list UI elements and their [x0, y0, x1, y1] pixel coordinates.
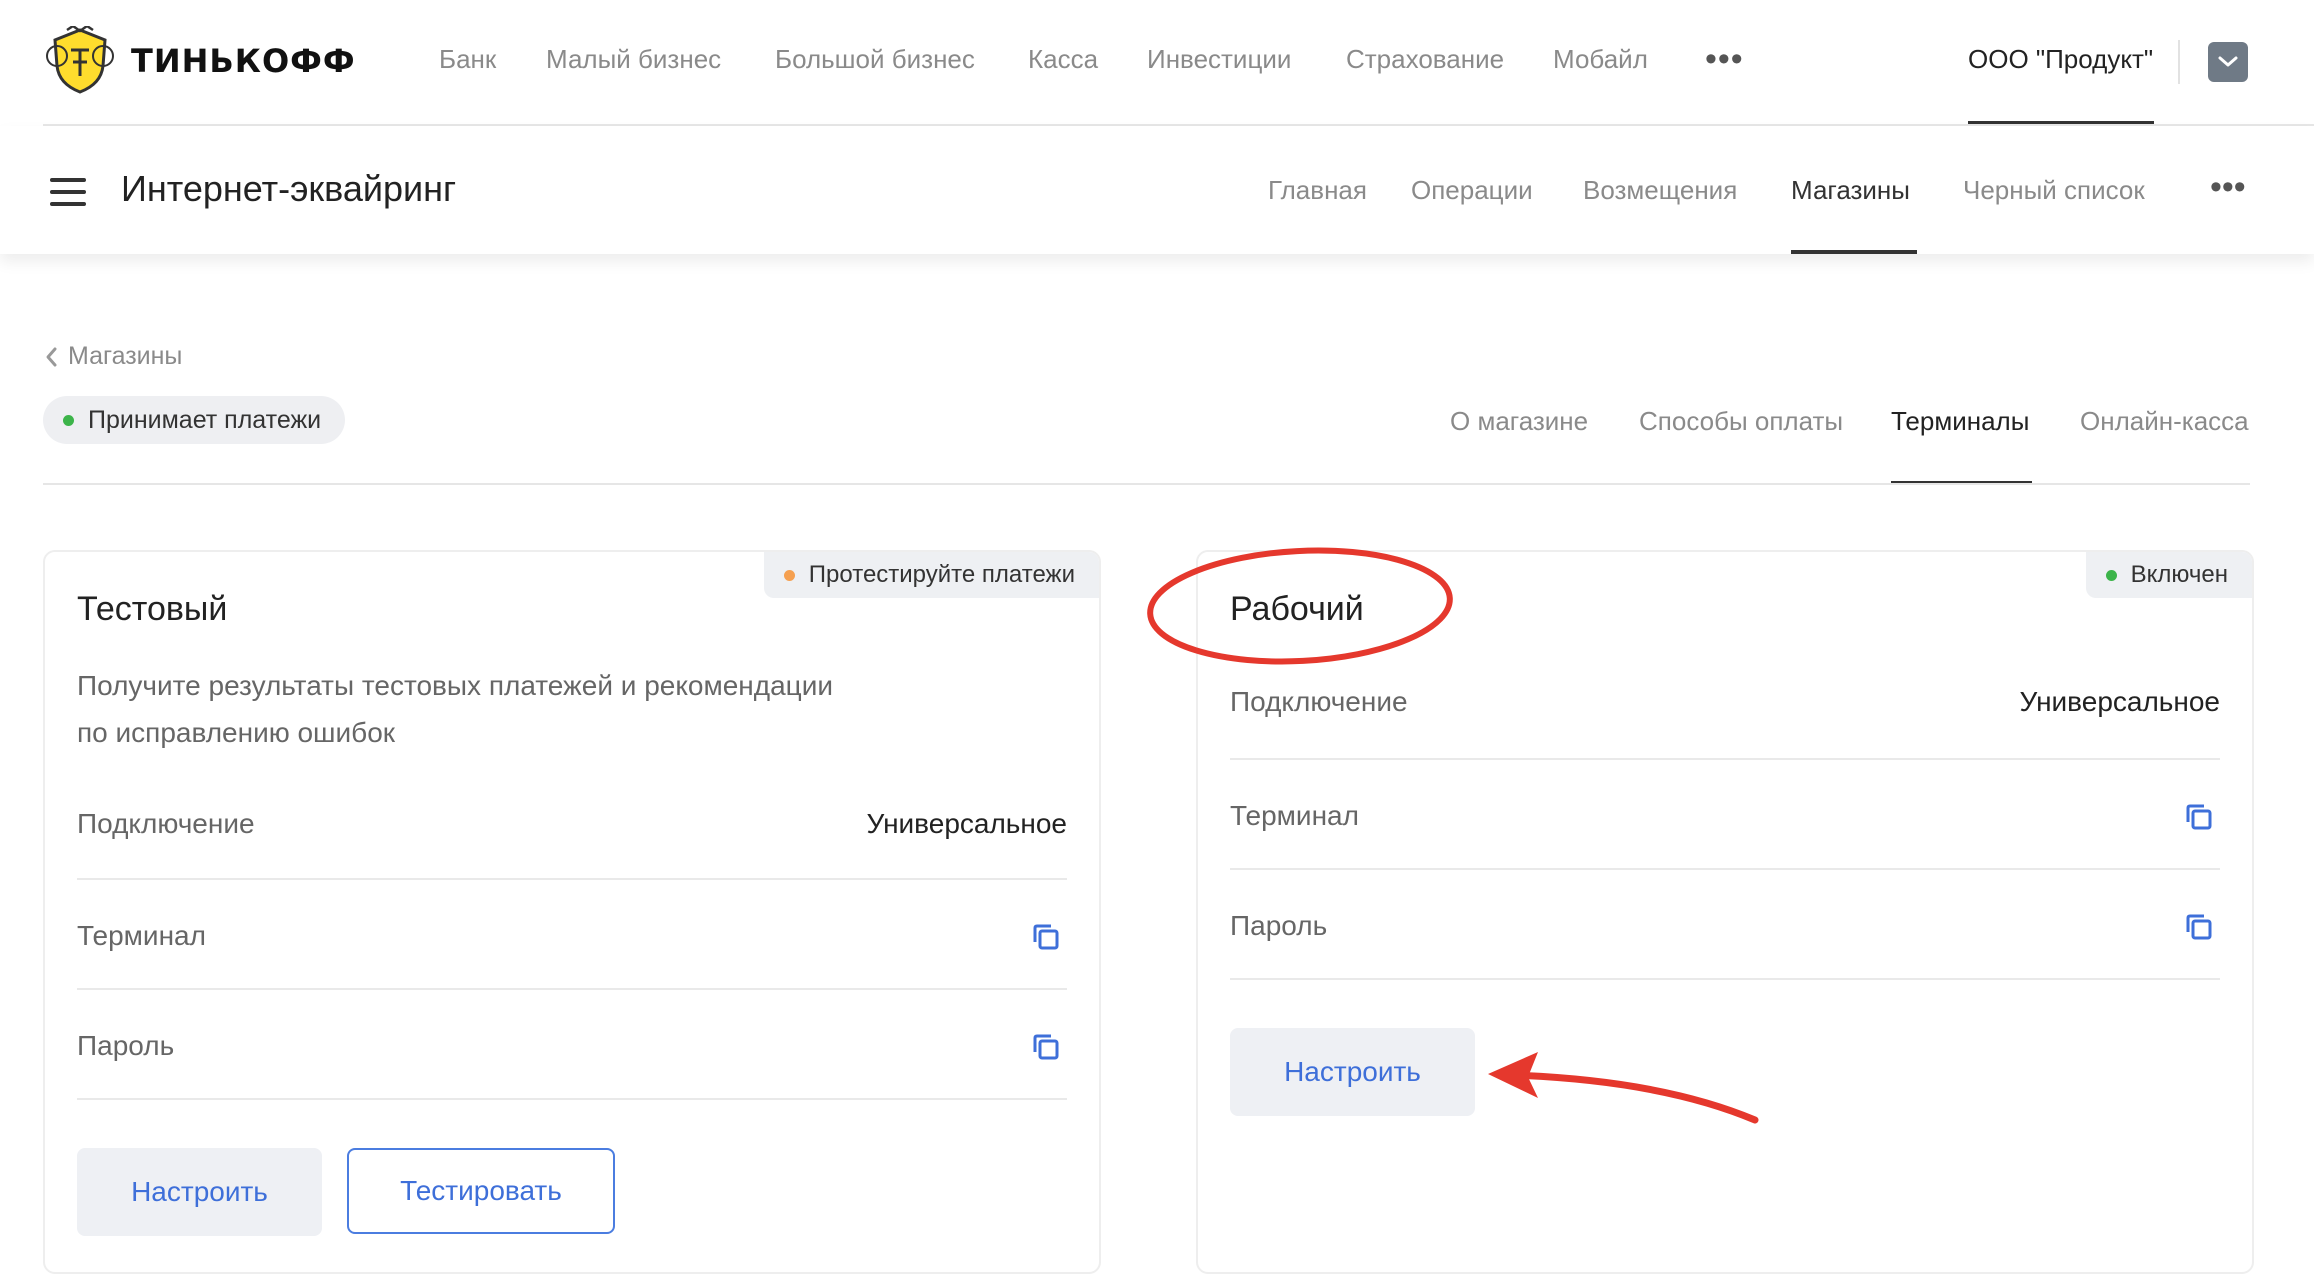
work-terminal-label: Терминал — [1230, 800, 1359, 831]
topnav-item-kassa[interactable]: Касса — [1028, 44, 1098, 75]
brand-name: ТИНЬКОФФ — [131, 42, 356, 80]
work-status-badge: Включен — [2085, 552, 2252, 598]
test-card-description-line: по исправлению ошибок — [77, 717, 396, 748]
topnav-item-bank[interactable]: Банк — [439, 44, 496, 75]
test-password-label: Пароль — [77, 1030, 175, 1061]
row-divider — [77, 1098, 1067, 1100]
status-dot-icon — [783, 569, 795, 581]
top-bar: ТИНЬКОФФ Банк Малый бизнес Большой бизне… — [0, 0, 2314, 125]
copy-icon[interactable] — [1031, 1032, 1061, 1062]
tab-refunds[interactable]: Возмещения — [1583, 175, 1737, 206]
test-card-title: Тестовый — [77, 590, 228, 628]
breadcrumb-back-link[interactable]: Магазины — [44, 342, 182, 371]
topnav-item-insurance[interactable]: Страхование — [1346, 44, 1504, 75]
test-configure-button[interactable]: Настроить — [77, 1148, 322, 1236]
topnav-more-icon[interactable]: ••• — [1705, 42, 1744, 76]
test-run-button[interactable]: Тестировать — [347, 1148, 615, 1234]
row-divider — [1230, 868, 2220, 870]
page-title: Интернет-эквайринг — [121, 168, 457, 209]
row-divider — [1230, 978, 2220, 980]
tab-online-kassa[interactable]: Онлайн-касса — [2080, 406, 2249, 437]
work-card-title: Рабочий — [1230, 590, 1364, 628]
section-more-icon[interactable]: ••• — [2210, 170, 2246, 204]
test-terminal-label: Терминал — [77, 920, 206, 951]
tab-shops[interactable]: Магазины — [1791, 175, 1910, 206]
test-card-description: Получите результаты тестовых платежей и … — [77, 662, 977, 756]
topnav-item-small-business[interactable]: Малый бизнес — [546, 44, 721, 75]
work-terminal-card: Включен Рабочий Подключение Универсально… — [1196, 550, 2254, 1274]
coat-of-arms-icon — [46, 26, 114, 94]
row-divider — [1230, 758, 2220, 760]
test-terminal-card: Протестируйте платежи Тестовый Получите … — [43, 550, 1101, 1274]
tab-terminals[interactable]: Терминалы — [1891, 406, 2029, 437]
active-tab-underline — [1791, 250, 1917, 254]
status-dot-icon — [2105, 569, 2117, 581]
store-header-divider — [43, 483, 2250, 485]
breadcrumb-label: Магазины — [68, 342, 183, 370]
work-connection-label: Подключение — [1230, 686, 1408, 717]
tab-about-store[interactable]: О магазине — [1450, 406, 1588, 437]
account-dropdown-button[interactable] — [2208, 42, 2248, 82]
test-card-description-line: Получите результаты тестовых платежей и … — [77, 670, 833, 701]
topnav-item-mobile[interactable]: Мобайл — [1553, 44, 1648, 75]
work-connection-value: Универсальное — [2019, 686, 2220, 717]
test-status-badge: Протестируйте платежи — [763, 552, 1099, 598]
topnav-item-investments[interactable]: Инвестиции — [1147, 44, 1291, 75]
chevron-down-icon — [2218, 56, 2238, 67]
work-configure-button[interactable]: Настроить — [1230, 1028, 1475, 1116]
test-connection-value: Универсальное — [866, 808, 1067, 839]
work-badge-label: Включен — [2130, 561, 2228, 588]
test-badge-label: Протестируйте платежи — [808, 561, 1075, 588]
copy-icon[interactable] — [2184, 802, 2214, 832]
tab-payment-methods[interactable]: Способы оплаты — [1639, 406, 1843, 437]
work-password-label: Пароль — [1230, 910, 1328, 941]
row-divider — [77, 988, 1067, 990]
topbar-divider — [2178, 40, 2180, 84]
hamburger-menu-icon[interactable] — [50, 178, 86, 206]
tab-main[interactable]: Главная — [1268, 175, 1367, 206]
copy-icon[interactable] — [1031, 922, 1061, 952]
chevron-left-icon — [46, 347, 57, 366]
test-connection-label: Подключение — [77, 808, 255, 839]
store-status-badge: Принимает платежи — [43, 396, 346, 444]
row-divider — [77, 878, 1067, 880]
topnav-item-large-business[interactable]: Большой бизнес — [775, 44, 975, 75]
copy-icon[interactable] — [2184, 912, 2214, 942]
tab-operations[interactable]: Операции — [1411, 175, 1533, 206]
status-dot-icon — [63, 414, 74, 426]
company-name[interactable]: ООО "Продукт" — [1968, 44, 2153, 75]
brand-logo[interactable]: ТИНЬКОФФ — [43, 26, 356, 96]
store-status-label: Принимает платежи — [88, 405, 322, 434]
tab-blacklist[interactable]: Черный список — [1963, 175, 2145, 206]
